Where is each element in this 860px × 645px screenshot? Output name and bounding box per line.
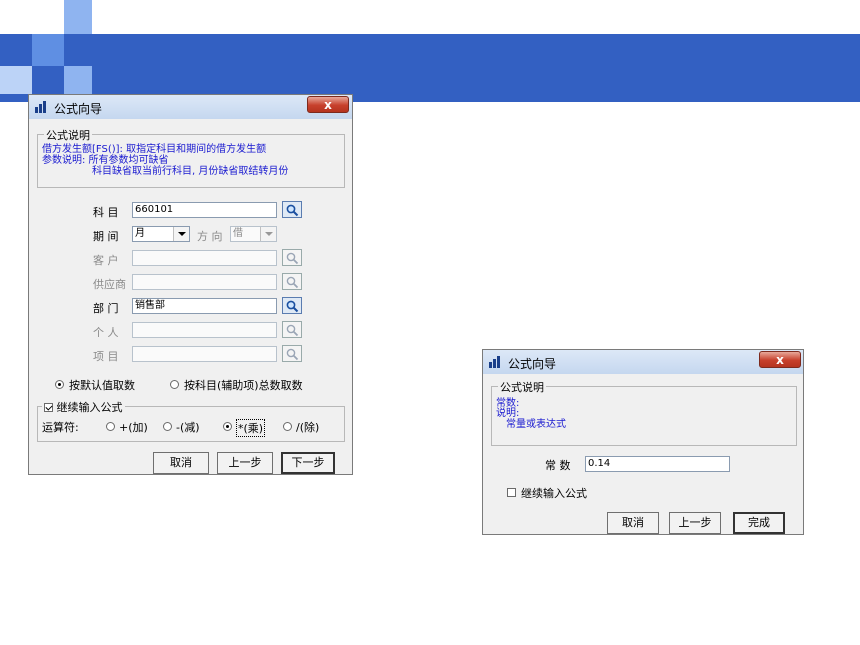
op-add-label[interactable]: +(加) (119, 419, 148, 435)
formula-wizard-dialog: 公式向导 x 公式说明 借方发生额[FS()]: 取指定科目和期间的借方发生额 … (28, 94, 353, 475)
supplier-input[interactable] (132, 274, 277, 290)
previous-button[interactable]: 上一步 (217, 452, 273, 474)
decor-square-small (64, 66, 92, 94)
person-input[interactable] (132, 322, 277, 338)
period-label: 期 间 (93, 230, 119, 243)
direction-select[interactable]: 借 (230, 226, 277, 242)
radio-op-add[interactable] (106, 422, 115, 431)
continue-label[interactable]: 继续输入公式 (521, 485, 587, 501)
description-group-title: 公式说明 (498, 379, 546, 395)
dialog-title: 公式向导 (54, 102, 103, 116)
description-group: 公式说明 借方发生额[FS()]: 取指定科目和期间的借方发生额 参数说明: 所… (37, 127, 345, 188)
constant-label: 常 数 (545, 459, 571, 472)
search-icon (286, 276, 299, 289)
supplier-search-button[interactable] (282, 273, 302, 290)
description-line: 科目缺省取当前行科目, 月份缺省取结转月份 (92, 166, 289, 177)
radio-op-div[interactable] (283, 422, 292, 431)
dept-label: 部 门 (93, 302, 119, 315)
supplier-label: 供应商 (93, 278, 126, 291)
op-div-label[interactable]: /(除) (296, 419, 319, 435)
op-sub-label[interactable]: -(减) (176, 419, 200, 435)
description-group: 公式说明 常数: 说明: 常量或表达式 (491, 379, 797, 446)
description-line: 借方发生额[FS()]: 取指定科目和期间的借方发生额 (42, 144, 267, 155)
op-mul-label[interactable]: *(乘) (236, 419, 266, 437)
search-icon (286, 300, 299, 313)
item-label: 项 目 (93, 350, 119, 363)
direction-label: 方 向 (197, 230, 223, 243)
finish-button[interactable]: 完成 (733, 512, 785, 534)
dept-input[interactable]: 销售部 (132, 298, 277, 314)
item-search-button[interactable] (282, 345, 302, 362)
continue-group-title: 继续输入公式 (42, 399, 125, 415)
close-button[interactable]: x (759, 351, 801, 368)
person-label: 个 人 (93, 326, 119, 339)
title-bar: 公式向导 x (483, 350, 803, 374)
search-icon (286, 204, 299, 217)
operator-label: 运算符: (42, 421, 79, 434)
radio-default-value-label[interactable]: 按默认值取数 (69, 377, 135, 393)
subject-input[interactable]: 660101 (132, 202, 277, 218)
cancel-button[interactable]: 取消 (153, 452, 209, 474)
direction-value: 借 (233, 228, 243, 239)
close-button[interactable]: x (307, 96, 349, 113)
formula-wizard-dialog-constant: 公式向导 x 公式说明 常数: 说明: 常量或表达式 常 数 0.14 继续输入… (482, 349, 804, 535)
radio-default-value[interactable] (55, 380, 64, 389)
dropdown-arrow-icon (173, 227, 189, 241)
decor-square-left (32, 34, 64, 66)
decor-square-bottom (0, 66, 32, 94)
continue-checkbox[interactable] (507, 488, 516, 497)
customer-label: 客 户 (93, 254, 119, 267)
header-banner (0, 34, 860, 102)
title-bar: 公式向导 x (29, 95, 352, 119)
continue-label[interactable]: 继续输入公式 (57, 401, 123, 414)
previous-button[interactable]: 上一步 (669, 512, 721, 534)
description-line: 常量或表达式 (506, 419, 566, 430)
continue-group: 继续输入公式 运算符: +(加) -(减) *(乘) /(除) (37, 399, 345, 442)
person-search-button[interactable] (282, 321, 302, 338)
description-group-title: 公式说明 (44, 127, 92, 143)
customer-input[interactable] (132, 250, 277, 266)
search-icon (286, 348, 299, 361)
continue-checkbox[interactable] (44, 403, 53, 412)
radio-subject-total-label[interactable]: 按科目(辅助项)总数取数 (184, 377, 303, 393)
item-input[interactable] (132, 346, 277, 362)
dropdown-arrow-icon (260, 227, 276, 241)
radio-op-sub[interactable] (163, 422, 172, 431)
description-line: 参数说明: 所有参数均可缺省 (42, 155, 169, 166)
subject-search-button[interactable] (282, 201, 302, 218)
dept-search-button[interactable] (282, 297, 302, 314)
next-button[interactable]: 下一步 (281, 452, 335, 474)
search-icon (286, 324, 299, 337)
chart-app-icon (35, 101, 49, 113)
cancel-button[interactable]: 取消 (607, 512, 659, 534)
subject-label: 科 目 (93, 206, 119, 219)
period-value: 月 (135, 228, 145, 239)
decor-square-top (64, 0, 92, 34)
radio-subject-total[interactable] (170, 380, 179, 389)
customer-search-button[interactable] (282, 249, 302, 266)
chart-app-icon (489, 356, 503, 368)
description-line: 说明: (496, 408, 520, 419)
dialog-title: 公式向导 (508, 357, 557, 371)
search-icon (286, 252, 299, 265)
period-select[interactable]: 月 (132, 226, 190, 242)
constant-input[interactable]: 0.14 (585, 456, 730, 472)
radio-op-mul[interactable] (223, 422, 232, 431)
